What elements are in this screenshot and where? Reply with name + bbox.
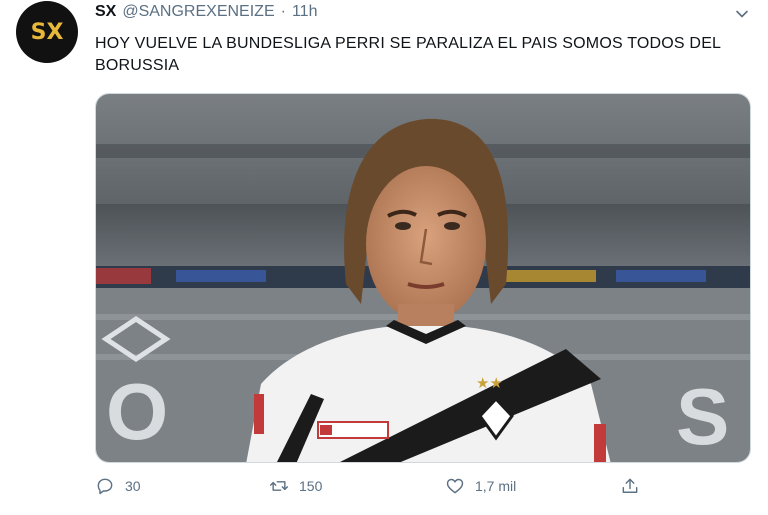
tweet-actions: 30 150 1,7 mil bbox=[95, 476, 655, 504]
svg-text:S: S bbox=[676, 372, 729, 461]
stadium-player-photo: O S ★★ bbox=[96, 94, 750, 462]
like-action[interactable]: 1,7 mil bbox=[445, 476, 516, 496]
svg-text:O: O bbox=[106, 367, 168, 456]
avatar[interactable]: SX bbox=[16, 1, 78, 63]
reply-action[interactable]: 30 bbox=[95, 476, 141, 496]
chevron-down-icon[interactable] bbox=[734, 6, 750, 22]
user-handle[interactable]: @SANGREXENEIZE bbox=[122, 3, 274, 21]
display-name[interactable]: SX bbox=[95, 3, 116, 21]
retweet-icon bbox=[269, 481, 289, 491]
like-icon bbox=[446, 478, 464, 494]
separator-dot: · bbox=[280, 3, 286, 20]
reply-count: 30 bbox=[125, 478, 141, 494]
svg-text:★★: ★★ bbox=[476, 374, 503, 392]
retweet-action[interactable]: 150 bbox=[269, 476, 322, 496]
tweet-media-photo[interactable]: O S ★★ bbox=[95, 93, 751, 463]
tweet-text: HOY VUELVE LA BUNDESLIGA PERRI SE PARALI… bbox=[95, 35, 721, 74]
tweet-header: SX @SANGREXENEIZE · 11h bbox=[95, 3, 317, 21]
share-icon bbox=[622, 478, 638, 493]
avatar-text: SX bbox=[30, 19, 64, 45]
retweet-count: 150 bbox=[299, 478, 323, 494]
share-action[interactable] bbox=[620, 476, 640, 496]
reply-icon bbox=[97, 478, 113, 495]
like-count: 1,7 mil bbox=[475, 478, 517, 494]
tweet: SX SX @SANGREXENEIZE · 11h HOY VUELVE LA… bbox=[0, 0, 768, 515]
timestamp[interactable]: 11h bbox=[292, 3, 318, 21]
